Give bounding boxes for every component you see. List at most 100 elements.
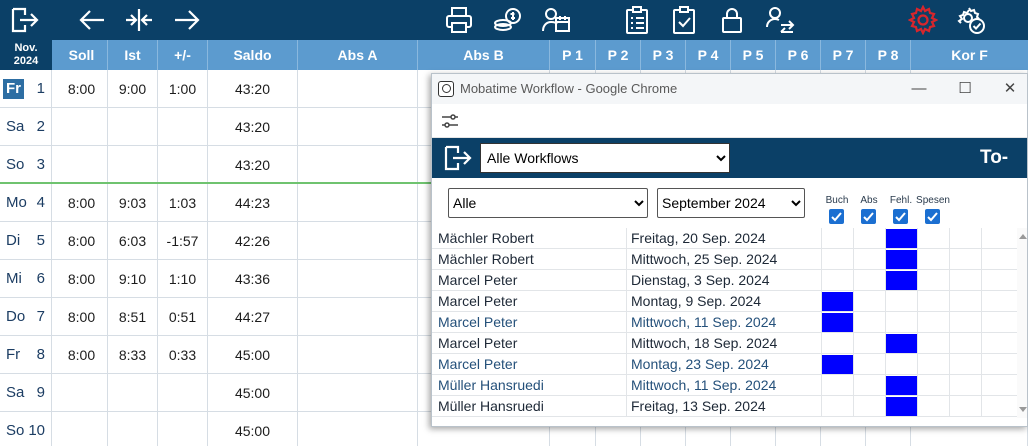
column-header[interactable]: Abs A [298,40,418,70]
saldo-cell[interactable]: 43:20 [208,70,298,108]
day-label[interactable]: Mi 6 [0,260,52,298]
employee-name[interactable]: Marcel Peter [438,270,517,290]
type-filter-checkbox[interactable] [925,209,940,224]
scroll-up-icon[interactable] [1019,234,1027,239]
ist-cell[interactable]: 8:51 [108,298,158,336]
empty-cell[interactable] [298,374,418,412]
empty-cell[interactable] [298,146,418,184]
todo-row[interactable]: Müller Hansruedi Mittwoch, 11 Sep. 2024 [432,375,1017,396]
popup-titlebar[interactable]: Mobatime Workflow - Google Chrome — ☐ ✕ [432,74,1027,104]
status-marker[interactable] [822,292,853,311]
person-calendar-icon[interactable] [539,4,573,36]
diff-cell[interactable] [158,146,208,184]
todo-date[interactable]: Freitag, 13 Sep. 2024 [631,396,766,416]
column-header[interactable]: P 1 [550,40,596,70]
month-filter-select[interactable]: September 2024 [657,188,805,218]
soll-cell[interactable]: 8:00 [56,70,108,108]
soll-cell[interactable]: 8:00 [56,336,108,374]
column-header[interactable]: P 4 [686,40,731,70]
soll-cell[interactable]: 8:00 [56,184,108,222]
saldo-cell[interactable]: 43:20 [208,108,298,146]
employee-name[interactable]: Müller Hansruedi [438,375,544,395]
status-marker[interactable] [886,397,917,416]
day-label[interactable]: So 10 [0,412,52,446]
todo-date[interactable]: Montag, 9 Sep. 2024 [631,291,761,311]
todo-row[interactable]: Mächler Robert Mittwoch, 25 Sep. 2024 [432,249,1017,270]
employee-name[interactable]: Mächler Robert [438,228,534,248]
day-label[interactable]: Sa 9 [0,374,52,412]
empty-cell[interactable] [298,108,418,146]
soll-cell[interactable]: 8:00 [56,222,108,260]
arrow-right-icon[interactable] [170,4,204,36]
column-header[interactable]: Abs B [418,40,550,70]
scrollbar[interactable] [1017,228,1027,418]
status-marker[interactable] [886,250,917,269]
employee-name[interactable]: Marcel Peter [438,291,517,311]
diff-cell[interactable]: -1:57 [158,222,208,260]
saldo-cell[interactable]: 44:27 [208,298,298,336]
lock-icon[interactable] [715,4,749,36]
ist-cell[interactable]: 6:03 [108,222,158,260]
todo-row[interactable]: Marcel Peter Mittwoch, 11 Sep. 2024 [432,312,1017,333]
todo-row[interactable]: Marcel Peter Montag, 23 Sep. 2024 [432,354,1017,375]
site-settings-icon[interactable] [440,113,460,129]
empty-cell[interactable] [298,70,418,108]
ist-cell[interactable]: 9:00 [108,70,158,108]
ist-cell[interactable] [108,412,158,446]
ist-cell[interactable] [108,374,158,412]
column-header[interactable]: Saldo [208,40,298,70]
minimize-button[interactable]: — [904,74,934,104]
type-filter-checkbox[interactable] [861,209,876,224]
column-header[interactable]: +/- [158,40,208,70]
ist-cell[interactable]: 9:03 [108,184,158,222]
diff-cell[interactable] [158,374,208,412]
empty-cell[interactable] [298,260,418,298]
column-header[interactable]: Kor F [911,40,1028,70]
todo-row[interactable]: Marcel Peter Mittwoch, 18 Sep. 2024 [432,333,1017,354]
day-label[interactable]: Di 5 [0,222,52,260]
todo-date[interactable]: Dienstag, 3 Sep. 2024 [631,270,770,290]
status-marker[interactable] [822,313,853,332]
diff-cell[interactable]: 1:10 [158,260,208,298]
todo-date[interactable]: Mittwoch, 25 Sep. 2024 [631,249,777,269]
maximize-button[interactable]: ☐ [950,74,980,104]
saldo-cell[interactable]: 43:36 [208,260,298,298]
diff-cell[interactable]: 0:51 [158,298,208,336]
saldo-cell[interactable]: 45:00 [208,374,298,412]
saldo-cell[interactable]: 45:00 [208,412,298,446]
empty-cell[interactable] [298,222,418,260]
day-label[interactable]: So 3 [0,146,52,184]
todo-date[interactable]: Mittwoch, 18 Sep. 2024 [631,333,777,353]
month-header[interactable]: Nov. 2024 [0,40,52,70]
soll-cell[interactable]: 8:00 [56,298,108,336]
todo-date[interactable]: Mittwoch, 11 Sep. 2024 [631,375,776,395]
column-header[interactable]: P 8 [866,40,911,70]
todo-date[interactable]: Montag, 23 Sep. 2024 [631,354,769,374]
ist-cell[interactable] [108,108,158,146]
saldo-cell[interactable]: 42:26 [208,222,298,260]
status-marker[interactable] [886,376,917,395]
column-header[interactable]: Soll [56,40,108,70]
workflow-select[interactable]: Alle Workflows [480,143,730,173]
arrow-left-icon[interactable] [75,4,109,36]
saldo-cell[interactable]: 43:20 [208,146,298,184]
todo-row[interactable]: Mächler Robert Freitag, 20 Sep. 2024 [432,228,1017,249]
employee-name[interactable]: Marcel Peter [438,333,517,353]
empty-cell[interactable] [298,336,418,374]
status-marker[interactable] [886,334,917,353]
empty-cell[interactable] [298,298,418,336]
day-label[interactable]: Fr 1 [0,70,52,108]
column-header[interactable]: Ist [108,40,158,70]
day-label[interactable]: Mo 4 [0,184,52,222]
column-header[interactable]: P 3 [641,40,686,70]
users-swap-icon[interactable] [763,4,797,36]
close-button[interactable]: ✕ [995,74,1025,104]
person-filter-select[interactable]: Alle [448,188,648,218]
employee-name[interactable]: Mächler Robert [438,249,534,269]
exit-icon[interactable] [8,4,42,36]
printer-icon[interactable] [442,4,476,36]
column-header[interactable]: P 7 [821,40,866,70]
ist-cell[interactable]: 8:33 [108,336,158,374]
saldo-cell[interactable]: 44:23 [208,184,298,222]
todo-row[interactable]: Marcel Peter Dienstag, 3 Sep. 2024 [432,270,1017,291]
